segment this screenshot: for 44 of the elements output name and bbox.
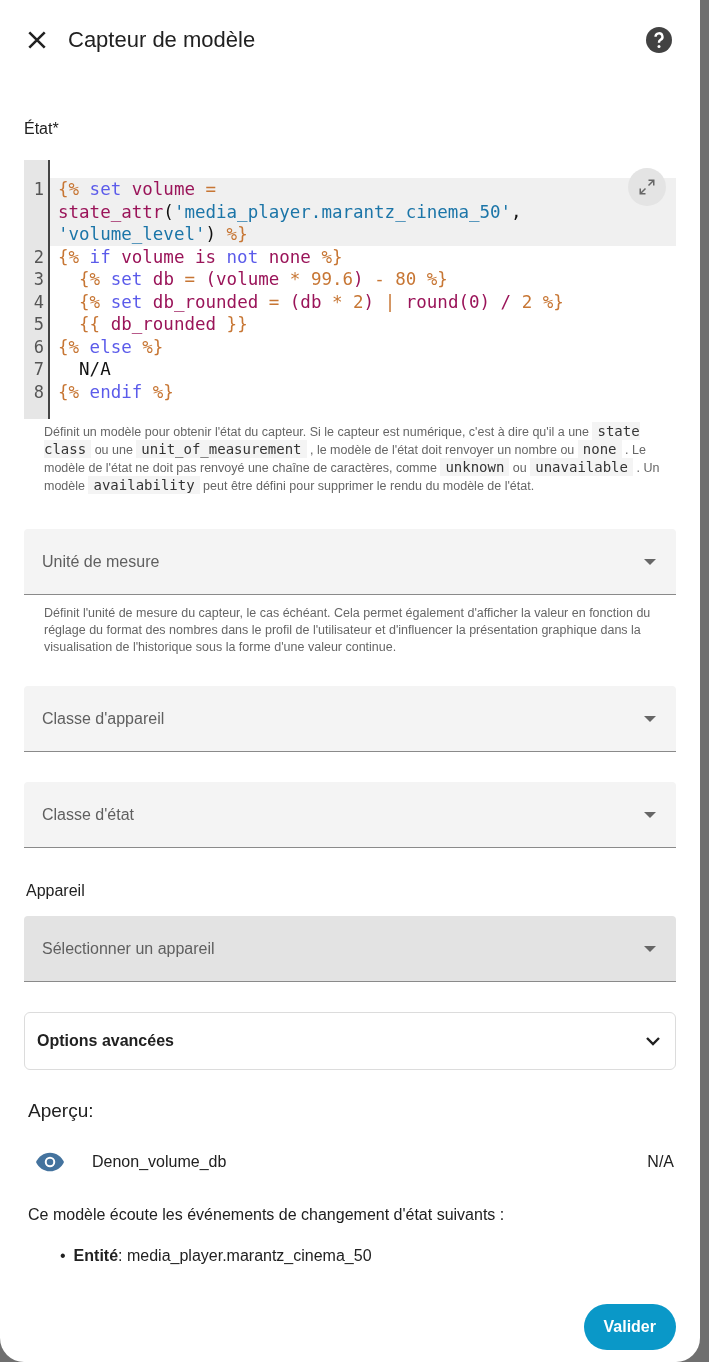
code-line: {% if volume is not none %} (57, 245, 344, 268)
line-number: 3 (32, 268, 45, 291)
dropdown-caret-icon (644, 715, 656, 722)
line-number: 5 (32, 313, 45, 336)
device-select[interactable]: Sélectionner un appareil (24, 916, 676, 982)
bullet: • (60, 1246, 66, 1266)
dropdown-caret-icon (644, 945, 656, 952)
code-line: {% set db_rounded = (db * 2) | round(0) / 2 %} (78, 290, 565, 313)
helper-text: Définit un modèle pour obtenir l'état du capteur. Si le capteur est numérique, c'est à dire qu'il a une state class ou une unit_of_measurement , le modèle de l'état doit renvoyer un nombre ou none . Le modèle de l'état ne doit pas renvoyé une chaîne de caractères, comme unknown ou unavailable . Un modèle availability peut être défini pour supprimer le rendu du modèle de l'état. (43, 423, 661, 495)
advanced-options-header[interactable]: Options avancées (24, 1012, 676, 1070)
code-line: {% else %} (57, 335, 165, 358)
line-number: 1 (32, 178, 45, 201)
line-number: 6 (32, 335, 45, 358)
code-line: N/A (78, 358, 112, 381)
dropdown-caret-icon (644, 558, 656, 565)
code-line: {{ db_rounded }} (78, 313, 249, 336)
entity-state: N/A (647, 1153, 674, 1171)
dropdown-caret-icon (644, 811, 656, 818)
helper-text: Définit l'unité de mesure du capteur, le cas échéant. Cela permet également d'afficher la valeur en fonction du réglage du format des nombres dans le profil de l'utilisateur et d'influencer la présentation graphique dans la visualisation de l'historique sous la forme d'une valeur continue. (43, 605, 652, 656)
select-field[interactable]: Classe d'appareil (24, 686, 676, 752)
close-button[interactable] (28, 31, 46, 49)
dialog-title: Capteur de modèle (68, 27, 257, 53)
eye-icon (36, 1152, 64, 1172)
line-number: 8 (32, 380, 45, 403)
code-line: {% set db = (volume * 99.6) - 80 %} (78, 268, 449, 291)
listener-item: Entité: media_player.marantz_cinema_50 (73, 1246, 372, 1266)
help-icon (646, 27, 672, 53)
expand-button[interactable] (628, 168, 666, 206)
preview-heading: Aperçu: (28, 1100, 95, 1122)
select-field[interactable]: Unité de mesure (24, 529, 676, 595)
close-icon (28, 31, 46, 49)
line-number: 2 (32, 245, 45, 268)
submit-button[interactable]: Valider (583, 1304, 676, 1350)
expand-icon (638, 178, 656, 196)
chevron-icon (645, 1036, 661, 1046)
field-label: État* (24, 120, 60, 138)
help-button[interactable] (646, 27, 672, 53)
line-number: 7 (32, 358, 45, 381)
section-heading: Appareil (26, 882, 86, 900)
line-number: 4 (32, 290, 45, 313)
select-field[interactable]: Classe d'état (24, 782, 676, 848)
listeners-text: Ce modèle écoute les événements de changement d'état suivants : (28, 1206, 506, 1224)
entity-name: Denon_volume_db (92, 1153, 228, 1171)
code-line: {% endif %} (57, 380, 175, 403)
